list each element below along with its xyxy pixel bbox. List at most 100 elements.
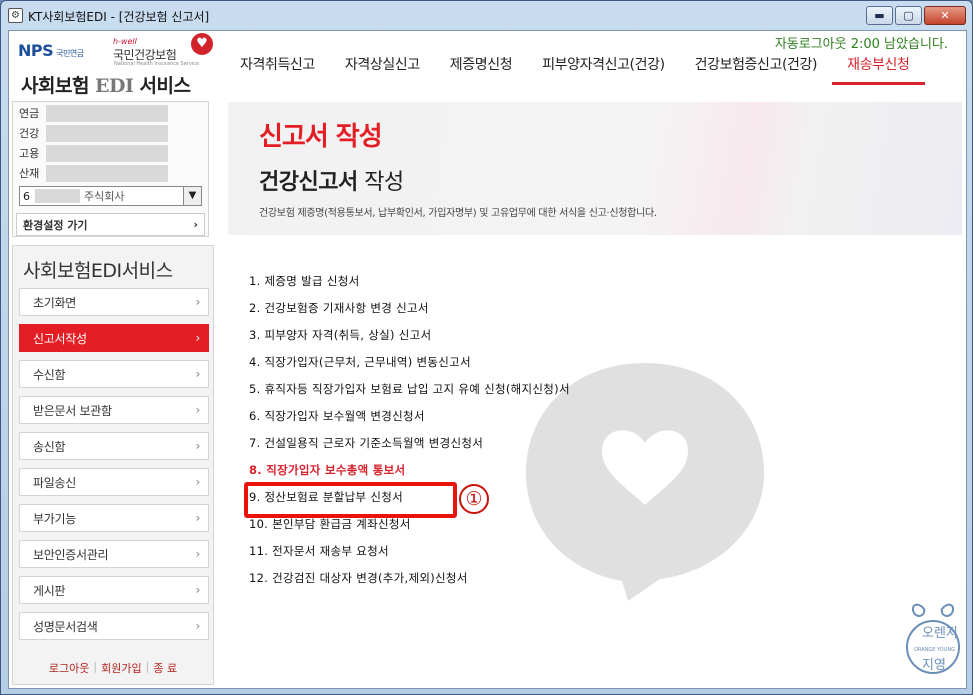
chevron-down-icon[interactable]: ▼	[183, 187, 201, 205]
form-link-monthly-pay-change[interactable]: 6. 직장가입자 보수월액 변경신청서	[249, 403, 570, 430]
user-row-label: 연금	[19, 107, 40, 120]
logout-link[interactable]: 로그아웃	[49, 660, 89, 676]
user-row-pension: 연금	[19, 104, 202, 122]
sidebar: 사회보험EDI서비스 초기화면 › 신고서작성 › 수신함 › 받은문서 보관함 › 송…	[12, 245, 214, 685]
nps-logo: NPS 국민연금	[18, 41, 84, 60]
divider: |	[145, 660, 150, 673]
sidebar-item-label: 파일송신	[33, 475, 76, 490]
sidebar-item-label: 송신함	[33, 439, 66, 454]
form-link-total-pay-report[interactable]: 8. 직장가입자 보수총액 통보서	[249, 457, 570, 484]
title-bar[interactable]: ⚙ KT사회보험EDI - [건강보험 신고서] ▬ ▢ ✕	[1, 1, 972, 31]
sidebar-item-outbox[interactable]: 송신함 ›	[19, 432, 209, 460]
user-row-label: 산재	[19, 167, 40, 180]
settings-button[interactable]: 환경설정 가기 ›	[16, 213, 205, 236]
chevron-right-icon: ›	[195, 475, 201, 489]
chevron-right-icon: ›	[195, 367, 201, 381]
page-banner: 신고서 작성 건강신고서 작성 건강보험 제증명(적용통보서, 납부확인서, 가…	[228, 102, 962, 235]
masked-value	[46, 104, 168, 122]
sidebar-item-write-report[interactable]: 신고서작성 ›	[19, 324, 209, 352]
sidebar-item-label: 성명문서검색	[33, 619, 98, 634]
sidebar-item-label: 게시판	[33, 583, 66, 598]
brand-logos[interactable]: NPS 국민연금 h-well 국민건강보험 National Health In…	[15, 33, 215, 97]
form-link-leave-deferral[interactable]: 5. 휴직자등 직장가입자 보험료 납입 고지 유예 신청(해지신청)서	[249, 376, 570, 403]
masked-value	[46, 144, 168, 162]
nav-tab-insurance-card[interactable]: 건강보험증신고(건강)	[680, 51, 832, 85]
orange-young-emblem: 오렌지 ORANGE YOUNG 지영	[906, 603, 960, 674]
form-link-dependent-status[interactable]: 3. 피부양자 자격(취득, 상실) 신고서	[249, 322, 570, 349]
chevron-right-icon: ›	[195, 439, 201, 453]
sidebar-item-certificate-mgmt[interactable]: 보안인증서관리 ›	[19, 540, 209, 568]
user-row-industrial: 산재	[19, 164, 202, 182]
app-client-area: NPS 국민연금 h-well 국민건강보험 National Health In…	[8, 30, 967, 689]
masked-value	[46, 164, 168, 182]
nav-tab-certificate[interactable]: 제증명신청	[435, 51, 527, 85]
service-title: 사회보험 EDI 서비스	[21, 75, 191, 97]
page-subtitle: 건강신고서 작성	[259, 170, 404, 195]
close-button[interactable]: ✕	[924, 6, 966, 25]
app-window: ⚙ KT사회보험EDI - [건강보험 신고서] ▬ ▢ ✕ NPS 국민연금 h…	[0, 0, 973, 695]
form-link-workplace-change[interactable]: 4. 직장가입자(근무처, 근무내역) 변동신고서	[249, 349, 570, 376]
nav-tab-loss[interactable]: 자격상실신고	[330, 51, 435, 85]
highlight-box	[244, 482, 457, 518]
chevron-right-icon: ›	[195, 583, 201, 597]
step-marker: ①	[459, 484, 489, 514]
sidebar-item-board[interactable]: 게시판 ›	[19, 576, 209, 604]
sidebar-item-label: 보안인증서관리	[33, 547, 109, 562]
form-link-certificate-request[interactable]: 1. 제증명 발급 신청서	[249, 268, 570, 295]
masked-value	[35, 189, 80, 203]
chevron-right-icon: ›	[193, 218, 198, 231]
page-description: 건강보험 제증명(적용통보서, 납부확인서, 가입자명부) 및 고유업무에 대한…	[259, 208, 657, 219]
chevron-right-icon: ›	[195, 331, 201, 345]
divider: |	[93, 660, 98, 673]
hwell-logo-text: h-well	[113, 37, 137, 46]
company-name: 주식회사	[84, 190, 125, 203]
chevron-right-icon: ›	[195, 511, 201, 525]
sidebar-title: 사회보험EDI서비스	[23, 260, 173, 282]
auto-logout-timer: 자동로그아웃 2:00 남았습니다.	[774, 37, 948, 52]
company-select[interactable]: 6 주식회사 ▼	[19, 186, 202, 206]
sidebar-item-inbox[interactable]: 수신함 ›	[19, 360, 209, 388]
nav-tab-dependent[interactable]: 피부양자격신고(건강)	[527, 51, 679, 85]
form-link-checkup-change[interactable]: 12. 건강검진 대상자 변경(추가,제외)신청서	[249, 565, 570, 592]
user-row-health: 건강	[19, 124, 202, 142]
chevron-right-icon: ›	[195, 619, 201, 633]
page-title: 신고서 작성	[259, 122, 383, 152]
sidebar-item-name-search[interactable]: 성명문서검색 ›	[19, 612, 209, 640]
sidebar-item-archive[interactable]: 받은문서 보관함 ›	[19, 396, 209, 424]
settings-button-label: 환경설정 가기	[23, 218, 88, 232]
sidebar-item-label: 수신함	[33, 367, 66, 382]
chevron-right-icon: ›	[195, 295, 201, 309]
chevron-right-icon: ›	[195, 547, 201, 561]
sidebar-item-label: 초기화면	[33, 295, 76, 310]
form-link-resend-request[interactable]: 11. 전자문서 재송부 요청서	[249, 538, 570, 565]
company-prefix: 6	[23, 189, 30, 203]
nav-tab-acquisition[interactable]: 자격취득신고	[225, 51, 330, 85]
exit-link[interactable]: 종 료	[153, 660, 177, 676]
form-list: 1. 제증명 발급 신청서 2. 건강보험증 기재사항 변경 신고서 3. 피부…	[244, 268, 570, 592]
app-gear-icon: ⚙	[8, 8, 23, 23]
emblem-ring-text: ORANGE YOUNG	[914, 647, 955, 653]
user-row-employment: 고용	[19, 144, 202, 162]
user-row-label: 고용	[19, 147, 40, 160]
nav-tab-resend[interactable]: 재송부신청	[832, 51, 925, 85]
user-row-label: 건강	[19, 127, 40, 140]
sidebar-item-label: 신고서작성	[33, 331, 87, 346]
minimize-button[interactable]: ▬	[866, 6, 893, 25]
maximize-button[interactable]: ▢	[895, 6, 922, 25]
emblem-text-bottom: 지영	[922, 658, 946, 673]
sidebar-item-home[interactable]: 초기화면 ›	[19, 288, 209, 316]
sidebar-item-label: 받은문서 보관함	[33, 403, 112, 418]
top-navigation: 자격취득신고 자격상실신고 제증명신청 피부양자격신고(건강) 건강보험증신고(…	[225, 51, 925, 85]
window-title: KT사회보험EDI - [건강보험 신고서]	[28, 10, 210, 24]
sidebar-footer: 로그아웃 | 회원가입 | 종 료	[13, 660, 213, 676]
sidebar-item-file-send[interactable]: 파일송신 ›	[19, 468, 209, 496]
window-controls: ▬ ▢ ✕	[866, 6, 966, 25]
form-link-daily-worker-income[interactable]: 7. 건설일용직 근로자 기준소득월액 변경신청서	[249, 430, 570, 457]
signup-link[interactable]: 회원가입	[101, 660, 141, 676]
form-link-card-change[interactable]: 2. 건강보험증 기재사항 변경 신고서	[249, 295, 570, 322]
user-info-panel: 연금 건강 고용 산재 6 주식회사 ▼ 환경설정 가기 ›	[12, 101, 209, 237]
nhis-logo-subtitle: National Health Insurance Service	[114, 61, 200, 67]
sidebar-item-extras[interactable]: 부가기능 ›	[19, 504, 209, 532]
heart-icon: ♥	[191, 33, 213, 55]
sidebar-item-label: 부가기능	[33, 511, 76, 526]
